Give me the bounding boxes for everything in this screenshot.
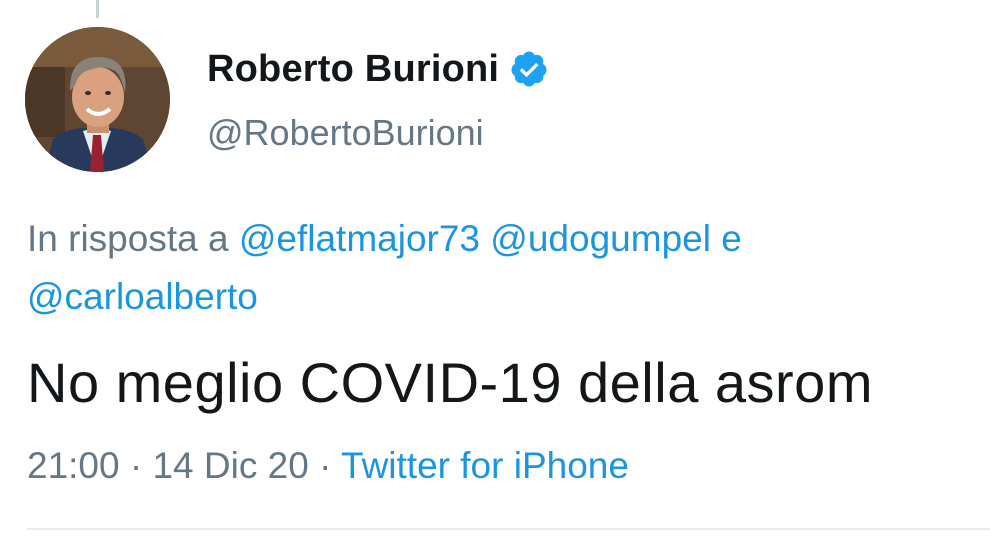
tweet-time[interactable]: 21:00 <box>27 445 120 486</box>
tweet-date[interactable]: 14 Dic 20 <box>152 445 308 486</box>
tweet-meta: 21:00 · 14 Dic 20 · Twitter for iPhone <box>27 445 629 487</box>
reply-prefix: In risposta a <box>27 218 229 259</box>
reply-context: In risposta a @eflatmajor73 @udogumpel e… <box>27 210 977 326</box>
avatar[interactable] <box>25 27 170 172</box>
thread-connector-line <box>96 0 99 18</box>
tweet-source-link[interactable]: Twitter for iPhone <box>341 445 629 486</box>
meta-separator: · <box>129 445 143 486</box>
display-name[interactable]: Roberto Burioni <box>207 48 499 91</box>
verified-badge-icon <box>511 51 547 87</box>
reply-conjunction: e <box>721 218 742 259</box>
tweet-text: No meglio COVID-19 della asrom <box>27 351 873 414</box>
author-handle[interactable]: @RobertoBurioni <box>207 112 484 154</box>
profile-photo-icon <box>25 27 170 172</box>
mention-link[interactable]: @udogumpel <box>490 218 711 259</box>
mention-link[interactable]: @carloalberto <box>27 276 258 317</box>
meta-separator: · <box>319 445 332 486</box>
author-name-row[interactable]: Roberto Burioni <box>207 42 549 96</box>
mention-link[interactable]: @eflatmajor73 <box>239 218 480 259</box>
divider <box>27 528 990 530</box>
